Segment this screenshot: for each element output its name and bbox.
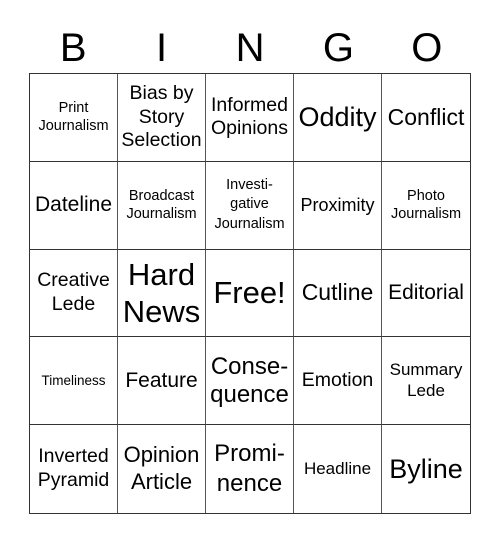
cell-text: Conse- quence	[210, 353, 289, 408]
cell-text: Investi- gative Journalism	[214, 176, 285, 232]
cell-text: Conflict	[387, 103, 465, 130]
bingo-cell[interactable]: Investi- gative Journalism	[206, 161, 294, 250]
cell-text: Hard News	[122, 256, 201, 329]
bingo-cell[interactable]: Informed Opinions	[206, 74, 294, 162]
header-letter-g: G	[322, 26, 354, 70]
header-letter-n: N	[235, 26, 265, 70]
bingo-cell[interactable]: Summary Lede	[382, 337, 470, 426]
cell-text: Cutline	[301, 279, 374, 306]
bingo-cell[interactable]: Headline	[294, 425, 382, 513]
bingo-cell[interactable]: Photo Journalism	[382, 162, 470, 250]
bingo-free-cell[interactable]: Free!	[206, 249, 294, 338]
bingo-cell[interactable]: Print Journalism	[30, 74, 118, 162]
header-letter-i: I	[156, 26, 168, 70]
bingo-cell[interactable]: Inverted Pyramid	[30, 425, 118, 513]
cell-text: Creative Lede	[37, 269, 110, 315]
cell-text: Emotion	[301, 368, 374, 391]
bingo-cell[interactable]: Promi- nence	[206, 425, 294, 513]
header-letter-o: O	[411, 26, 443, 70]
bingo-cell[interactable]: Feature	[118, 337, 206, 426]
bingo-cell[interactable]: Broadcast Journalism	[118, 161, 206, 250]
cell-text: Feature	[125, 369, 198, 393]
bingo-cell[interactable]: Hard News	[118, 249, 206, 338]
bingo-cell[interactable]: Dateline	[30, 161, 118, 250]
cell-text: Headline	[303, 458, 372, 478]
cell-text: Photo Journalism	[390, 188, 462, 223]
cell-text: Summary Lede	[389, 360, 463, 400]
cell-text: Proximity	[300, 195, 375, 216]
cell-text: Timeliness	[41, 373, 106, 389]
bingo-card: Print Journalism Bias by Story Selection…	[29, 73, 471, 514]
cell-text: Bias by Story Selection	[121, 81, 202, 152]
cell-text: Free!	[213, 275, 286, 311]
bingo-cell[interactable]: Creative Lede	[30, 249, 118, 338]
cell-text: Oddity	[298, 102, 377, 133]
cell-text: Dateline	[34, 193, 113, 217]
bingo-header: B I N G O	[29, 26, 471, 70]
cell-text: Broadcast Journalism	[126, 188, 197, 223]
bingo-cell[interactable]: Bias by Story Selection	[118, 74, 206, 162]
bingo-cell[interactable]: Opinion Article	[118, 425, 206, 513]
header-letter-b: B	[59, 26, 87, 70]
cell-text: Promi- nence	[214, 440, 285, 498]
cell-text: Informed Opinions	[211, 93, 288, 140]
bingo-cell[interactable]: Conflict	[382, 74, 470, 162]
bingo-cell[interactable]: Editorial	[382, 250, 470, 338]
bingo-cell[interactable]: Oddity	[294, 74, 382, 162]
bingo-cell[interactable]: Proximity	[294, 161, 382, 250]
cell-text: Opinion Article	[123, 442, 200, 495]
cell-text: Print Journalism	[38, 100, 109, 135]
bingo-cell[interactable]: Cutline	[294, 249, 382, 338]
cell-text: Editorial	[388, 281, 464, 305]
cell-text: Byline	[389, 453, 463, 484]
bingo-cell[interactable]: Timeliness	[30, 337, 118, 426]
bingo-cell[interactable]: Emotion	[294, 337, 382, 426]
bingo-cell[interactable]: Byline	[382, 425, 470, 513]
cell-text: Inverted Pyramid	[37, 445, 110, 492]
bingo-cell[interactable]: Conse- quence	[206, 337, 294, 426]
